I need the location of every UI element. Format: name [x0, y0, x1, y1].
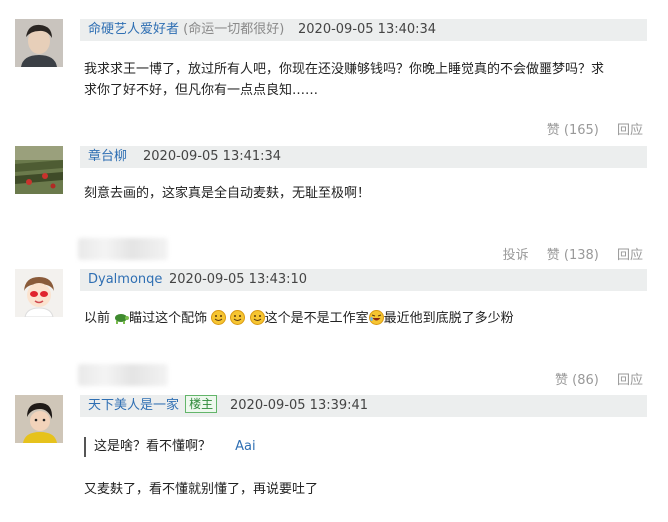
- like-button[interactable]: 赞 (165): [547, 123, 599, 138]
- avatar[interactable]: [15, 395, 63, 443]
- avatar[interactable]: [15, 19, 63, 67]
- timestamp: 2020-09-05 13:39:41: [230, 398, 369, 413]
- redacted-username: [78, 238, 168, 260]
- nickname-note: (命运一切都很好): [183, 22, 285, 37]
- reply-button[interactable]: 回应: [617, 123, 643, 138]
- comment-actions: 赞 (165) 回应: [533, 119, 643, 138]
- redacted-username: [78, 364, 168, 386]
- smile-emoji-icon: [249, 308, 265, 325]
- comment-header: 章台柳 2020-09-05 13:41:34: [80, 146, 647, 168]
- comment-header: 命硬艺人爱好者 (命运一切都很好) 2020-09-05 13:40:34: [80, 19, 647, 41]
- op-badge: 楼主: [185, 395, 218, 413]
- comment-actions: 赞 (86) 回应: [541, 369, 643, 388]
- quoted-reply: 这是啥？看不懂啊？ Aai: [84, 437, 256, 457]
- text-segment: 以前: [84, 311, 111, 326]
- comment-text: 又麦麸了，看不懂就别懂了，再说要吐了: [84, 482, 319, 497]
- username-link[interactable]: 章台柳: [88, 146, 127, 168]
- timestamp: 2020-09-05 13:43:10: [169, 272, 308, 287]
- username-link[interactable]: 命硬艺人爱好者: [88, 22, 179, 37]
- username-link[interactable]: Dyalmonqe: [88, 269, 162, 291]
- comment-text: 求你了好不好，但凡你有一点点良知……: [84, 83, 319, 98]
- report-button[interactable]: 投诉: [503, 248, 529, 263]
- smile-emoji-icon: [211, 308, 227, 325]
- quote-username-link[interactable]: Aai: [235, 439, 255, 454]
- avatar[interactable]: [15, 269, 63, 317]
- comment-actions: 投诉 赞 (138) 回应: [489, 244, 643, 263]
- text-segment: 这个是不是工作室: [264, 311, 369, 326]
- avatar[interactable]: [15, 146, 63, 194]
- quote-text: 这是啥？看不懂啊？: [94, 439, 212, 454]
- username-link[interactable]: 天下美人是一家: [88, 398, 179, 413]
- like-button[interactable]: 赞 (138): [547, 248, 599, 263]
- comment-header: Dyalmonqe 2020-09-05 13:43:10: [80, 269, 647, 291]
- comment-thread: 命硬艺人爱好者 (命运一切都很好) 2020-09-05 13:40:34 我求…: [0, 0, 668, 522]
- reply-button[interactable]: 回应: [617, 373, 643, 388]
- text-segment: 瞄过这个配饰: [129, 311, 208, 326]
- timestamp: 2020-09-05 13:41:34: [143, 149, 282, 164]
- comment-text: 刻意去画的，这家真是全自动麦麸，无耻至极啊！: [84, 186, 371, 201]
- comment-header: 天下美人是一家 楼主 2020-09-05 13:39:41: [80, 395, 647, 417]
- like-button[interactable]: 赞 (86): [555, 373, 599, 388]
- reply-button[interactable]: 回应: [617, 248, 643, 263]
- smile-emoji-icon: [230, 308, 246, 325]
- laugh-emoji-icon: [368, 308, 384, 325]
- timestamp: 2020-09-05 13:40:34: [298, 22, 437, 37]
- turtle-emoji-icon: [114, 308, 130, 324]
- text-segment: 最近他到底脱了多少粉: [383, 311, 514, 326]
- comment-text: 以前 瞄过这个配饰 这个是不是工作室 最近他到底脱了多少粉: [84, 305, 514, 332]
